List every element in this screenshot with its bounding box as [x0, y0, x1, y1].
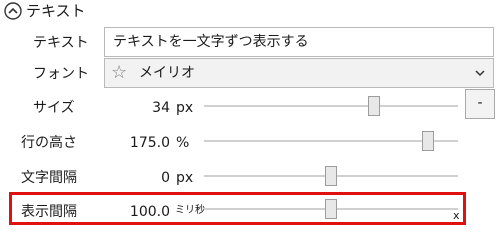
size-slider[interactable] [204, 96, 458, 116]
letter-spacing-unit: px [176, 170, 194, 186]
font-value: メイリオ [139, 65, 195, 81]
text-input[interactable]: テキストを一文字ずつ表示する [104, 27, 494, 57]
slider-track [204, 140, 458, 142]
slider-thumb[interactable] [325, 166, 337, 186]
slider-thumb[interactable] [368, 96, 381, 116]
star-icon: ☆ [111, 62, 128, 83]
size-unit: px [176, 100, 194, 116]
x-mark: x [453, 209, 460, 222]
text-label: テキスト [33, 35, 89, 51]
font-label: フォント [33, 66, 89, 82]
section-title: テキスト [26, 2, 86, 20]
slider-track [204, 105, 458, 107]
letter-spacing-slider[interactable] [204, 166, 458, 186]
chevron-down-icon[interactable] [474, 65, 486, 81]
line-height-slider[interactable] [204, 131, 458, 151]
size-value: 34 [152, 100, 170, 116]
letter-spacing-label: 文字間隔 [21, 170, 77, 186]
minus-button[interactable]: - [465, 89, 495, 119]
font-select[interactable]: ☆ メイリオ [104, 58, 494, 88]
line-height-unit: % [176, 135, 190, 151]
line-height-label: 行の高さ [21, 135, 77, 151]
highlight-box [9, 192, 466, 225]
slider-thumb[interactable] [421, 131, 434, 151]
size-label: サイズ [33, 100, 75, 116]
letter-spacing-value: 0 [161, 170, 170, 186]
line-height-value: 175.0 [129, 135, 170, 151]
chevron-up-icon[interactable] [4, 2, 22, 20]
